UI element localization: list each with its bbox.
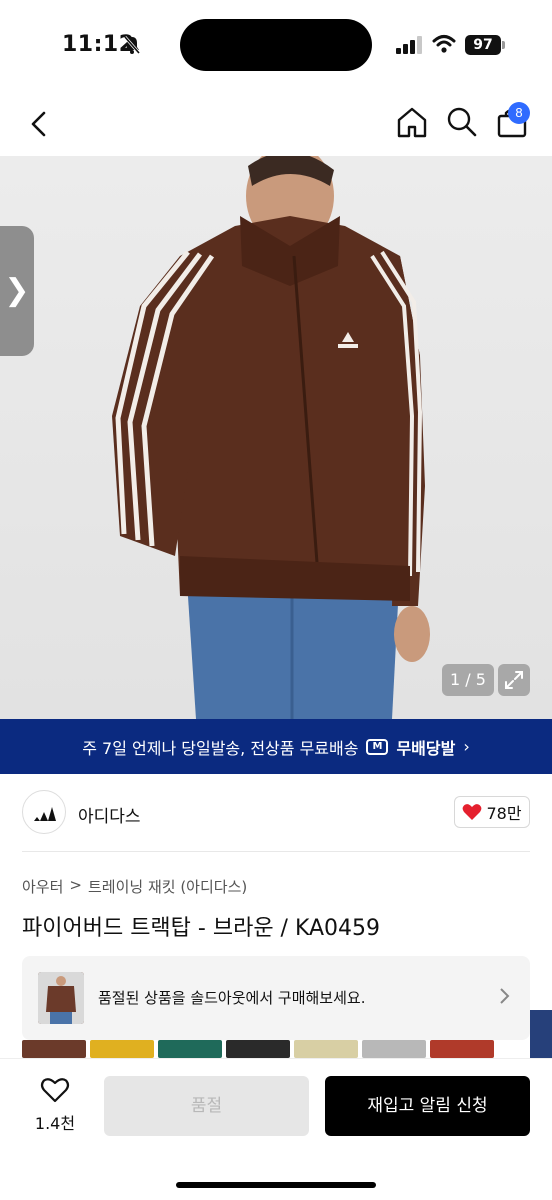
color-swatch[interactable]	[90, 1040, 154, 1058]
dynamic-island	[180, 19, 372, 71]
wifi-icon	[432, 35, 456, 53]
shipping-text: 주 7일 언제나 당일발송, 전상품 무료배송	[82, 738, 359, 758]
related-thumbnail[interactable]	[530, 1010, 552, 1058]
status-bar: 11:12 97	[0, 0, 552, 90]
jacket-photo	[112, 156, 430, 719]
signal-icon	[396, 36, 422, 54]
breadcrumb: 아우터 > 트레이닝 재킷 (아디다스)	[22, 876, 247, 897]
battery-tip	[502, 41, 505, 49]
brand-row[interactable]: 아디다스 78만	[22, 790, 530, 836]
wish-count: 1.4천	[34, 1114, 76, 1133]
color-swatch-strip[interactable]	[22, 1040, 552, 1058]
color-swatch[interactable]	[430, 1040, 494, 1058]
search-icon[interactable]	[444, 104, 480, 140]
heart-filled-icon	[463, 804, 482, 820]
top-nav	[0, 90, 552, 156]
color-swatch[interactable]	[226, 1040, 290, 1058]
brand-like-button[interactable]: 78만	[454, 796, 530, 828]
divider	[22, 851, 530, 852]
expand-icon	[505, 671, 523, 689]
image-counter: 1 / 5	[442, 664, 494, 696]
color-swatch[interactable]	[362, 1040, 426, 1058]
breadcrumb-subcategory[interactable]: 트레이닝 재킷 (아디다스)	[88, 876, 247, 897]
breadcrumb-category[interactable]: 아우터	[22, 876, 63, 897]
product-title: 파이어버드 트랙탑 - 브라운 / KA0459	[22, 916, 381, 941]
side-drawer-tab[interactable]: ❯	[0, 226, 34, 356]
soldout-button: 품절	[104, 1076, 309, 1136]
breadcrumb-separator: >	[69, 876, 82, 894]
color-swatch[interactable]	[22, 1040, 86, 1058]
delivery-truck-icon: M	[366, 738, 389, 755]
home-icon[interactable]	[394, 104, 430, 140]
product-image[interactable]	[0, 156, 552, 719]
battery-indicator: 97	[465, 35, 501, 55]
shipping-service: 무배당발	[396, 738, 456, 758]
heart-outline-icon	[40, 1078, 70, 1103]
adidas-logo-icon	[34, 807, 56, 821]
brand-logo[interactable]	[22, 790, 66, 834]
bell-muted-icon	[123, 36, 141, 54]
brand-like-count: 78만	[486, 804, 522, 823]
color-swatch[interactable]	[158, 1040, 222, 1058]
soldout-thumbnail	[38, 972, 84, 1024]
home-indicator	[176, 1182, 376, 1188]
cart-badge: 8	[508, 102, 530, 124]
soldout-message: 품절된 상품을 솔드아웃에서 구매해보세요.	[98, 989, 366, 1007]
chevron-right-icon	[500, 988, 510, 1004]
expand-button[interactable]	[498, 664, 530, 696]
restock-alert-button[interactable]: 재입고 알림 신청	[325, 1076, 530, 1136]
soldout-notice[interactable]: 품절된 상품을 솔드아웃에서 구매해보세요.	[22, 956, 530, 1040]
shipping-banner[interactable]: 주 7일 언제나 당일발송, 전상품 무료배송 M 무배당발 ›	[0, 719, 552, 774]
chevron-right-icon: ›	[463, 737, 470, 756]
color-swatch[interactable]	[294, 1040, 358, 1058]
brand-name[interactable]: 아디다스	[78, 802, 141, 827]
back-arrow-icon[interactable]	[20, 104, 60, 144]
